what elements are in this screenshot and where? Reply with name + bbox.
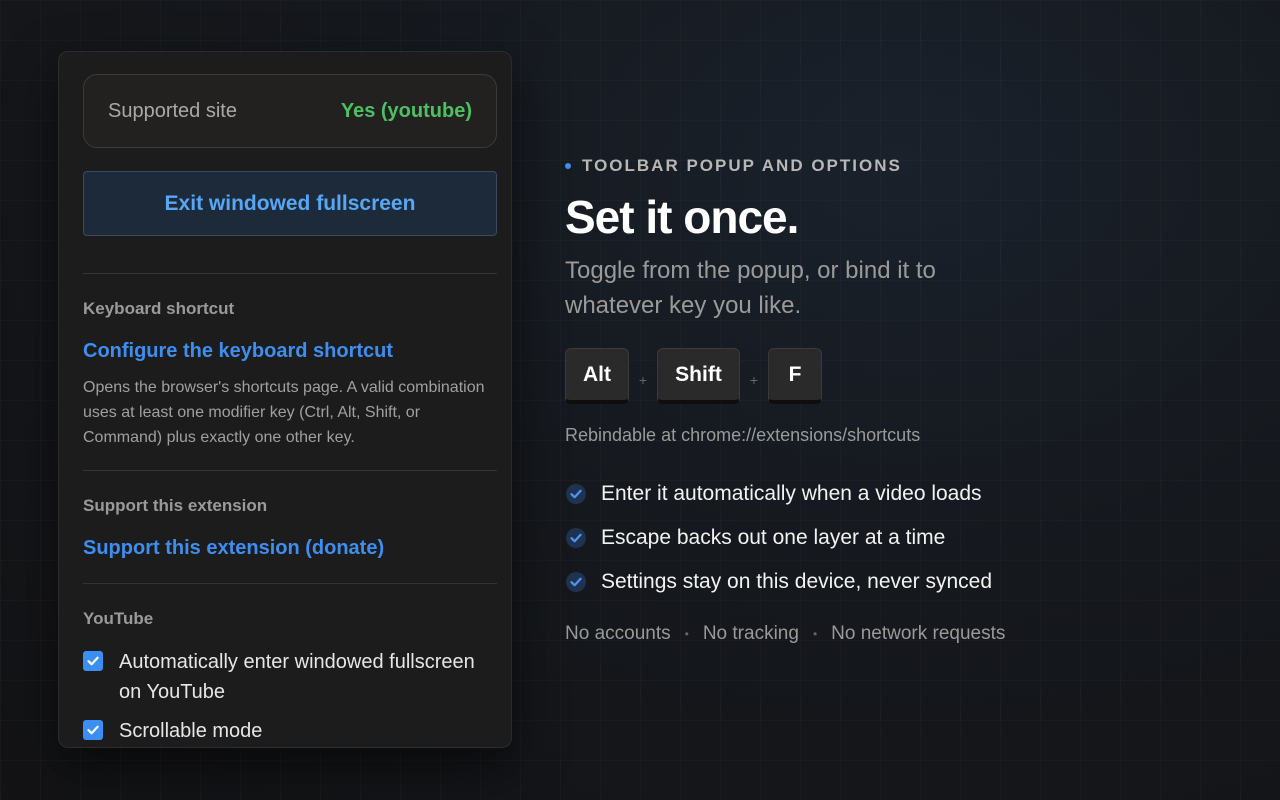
plus-separator: + [638, 372, 648, 388]
rebind-hint: Rebindable at chrome://extensions/shortc… [565, 425, 921, 445]
donate-link[interactable]: Support this extension (donate) [83, 537, 384, 560]
plus-separator: + [749, 372, 759, 388]
feature-text: Enter it automatically when a video load… [601, 482, 982, 505]
divider [83, 470, 497, 471]
footer-item-tracking: No tracking [702, 623, 799, 644]
checkmark-icon [87, 656, 99, 666]
scrollable-mode-label: Scrollable mode [119, 720, 263, 742]
divider [83, 273, 497, 274]
support-heading: Support this extension [83, 496, 268, 515]
eyebrow-dot-icon [565, 163, 571, 169]
dot-separator-icon: • [812, 627, 818, 641]
keyboard-shortcut-heading: Keyboard shortcut [83, 299, 235, 318]
feature-item: Settings stay on this device, never sync… [565, 560, 992, 604]
feature-item: Enter it automatically when a video load… [565, 472, 992, 516]
feature-text: Escape backs out one layer at a time [601, 526, 946, 549]
supported-site-label: Supported site [108, 99, 237, 122]
subheadline: Toggle from the popup, or bind it to wha… [565, 257, 936, 319]
option-auto-fullscreen[interactable]: Automatically enter windowed fullscreen … [83, 647, 499, 707]
configure-shortcut-link[interactable]: Configure the keyboard shortcut [83, 340, 393, 363]
youtube-heading: YouTube [83, 609, 154, 628]
check-badge-icon [566, 484, 586, 504]
auto-fullscreen-label: Automatically enter windowed fullscreen … [119, 651, 475, 703]
key-cap-alt: Alt [565, 348, 629, 404]
scrollable-mode-checkbox[interactable] [83, 720, 103, 740]
divider [83, 583, 497, 584]
option-scrollable-mode[interactable]: Scrollable mode [83, 716, 499, 746]
exit-windowed-fullscreen-button[interactable]: Exit windowed fullscreen [83, 171, 497, 236]
auto-fullscreen-checkbox[interactable] [83, 651, 103, 671]
checkmark-icon [87, 725, 99, 735]
footer-item-network: No network requests [831, 623, 1006, 644]
key-cap-shift: Shift [657, 348, 740, 404]
feature-text: Settings stay on this device, never sync… [601, 570, 993, 593]
supported-site-card: Supported site Yes (youtube) [83, 74, 497, 148]
check-badge-icon [566, 572, 586, 592]
extension-popup: Supported site Yes (youtube) Exit window… [58, 51, 512, 748]
check-badge-icon [566, 528, 586, 548]
privacy-footer: No accounts • No tracking • No network r… [565, 623, 1005, 645]
eyebrow: TOOLBAR POPUP AND OPTIONS [565, 156, 902, 176]
dot-separator-icon: • [684, 627, 689, 641]
shortcut-keys: Alt + Shift + F [565, 348, 822, 404]
supported-site-status: Yes (youtube) [340, 99, 472, 122]
feature-item: Escape backs out one layer at a time [565, 516, 992, 560]
eyebrow-text: TOOLBAR POPUP AND OPTIONS [582, 156, 902, 175]
key-cap-f: F [768, 348, 822, 404]
footer-item-accounts: No accounts [565, 623, 671, 644]
shortcut-description: Opens the browser's shortcuts page. A va… [83, 379, 485, 446]
headline: Set it once. [565, 191, 799, 243]
feature-list: Enter it automatically when a video load… [565, 472, 992, 604]
